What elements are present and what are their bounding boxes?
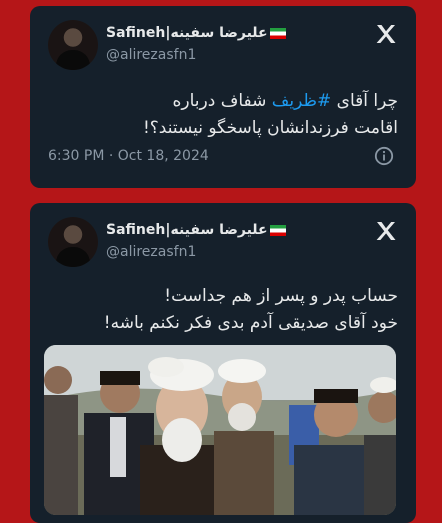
avatar[interactable]	[48, 20, 98, 70]
tweet-text: حساب پدر و پسر از هم جداست! خود آقای صدی…	[48, 283, 398, 337]
tweet-text-line: اقامت فرزندانشان پاسخگو نیستند؟!	[142, 118, 398, 138]
x-logo-icon[interactable]	[374, 219, 398, 243]
tweet-card-2[interactable]: Safineh|علیرضا سفینه @alirezasfn1 حساب پ…	[30, 203, 416, 523]
handle[interactable]: @alirezasfn1	[106, 244, 196, 260]
tweet-text: چرا آقای #ظریف شفاف درباره اقامت فرزندان…	[48, 88, 398, 142]
tweet-text-line: خود آقای صدیقی آدم بدی فکر نکنم باشه!	[103, 313, 398, 333]
tweet-timestamp[interactable]: 6:30 PM · Oct 18, 2024	[48, 148, 209, 164]
handle[interactable]: @alirezasfn1	[106, 47, 196, 63]
tweet-photo[interactable]	[44, 345, 396, 515]
display-name-row: Safineh|علیرضا سفینه	[106, 22, 286, 44]
tweet-photo-scene	[44, 345, 396, 515]
display-name: Safineh|علیرضا سفینه	[106, 25, 268, 41]
hashtag-link[interactable]: #ظریف	[272, 91, 331, 111]
tweet-card-1[interactable]: Safineh|علیرضا سفینه @alirezasfn1 چرا آق…	[30, 6, 416, 188]
iran-flag-icon	[269, 27, 286, 39]
iran-flag-icon	[269, 224, 286, 236]
info-icon[interactable]	[374, 146, 394, 166]
avatar[interactable]	[48, 217, 98, 267]
tweet-text-part: چرا آقای	[331, 91, 398, 111]
display-name: Safineh|علیرضا سفینه	[106, 222, 268, 238]
tweet-text-line: حساب پدر و پسر از هم جداست!	[164, 286, 398, 306]
tweet-text-part: شفاف درباره	[172, 91, 272, 111]
x-logo-icon[interactable]	[374, 22, 398, 46]
display-name-row: Safineh|علیرضا سفینه	[106, 219, 286, 241]
